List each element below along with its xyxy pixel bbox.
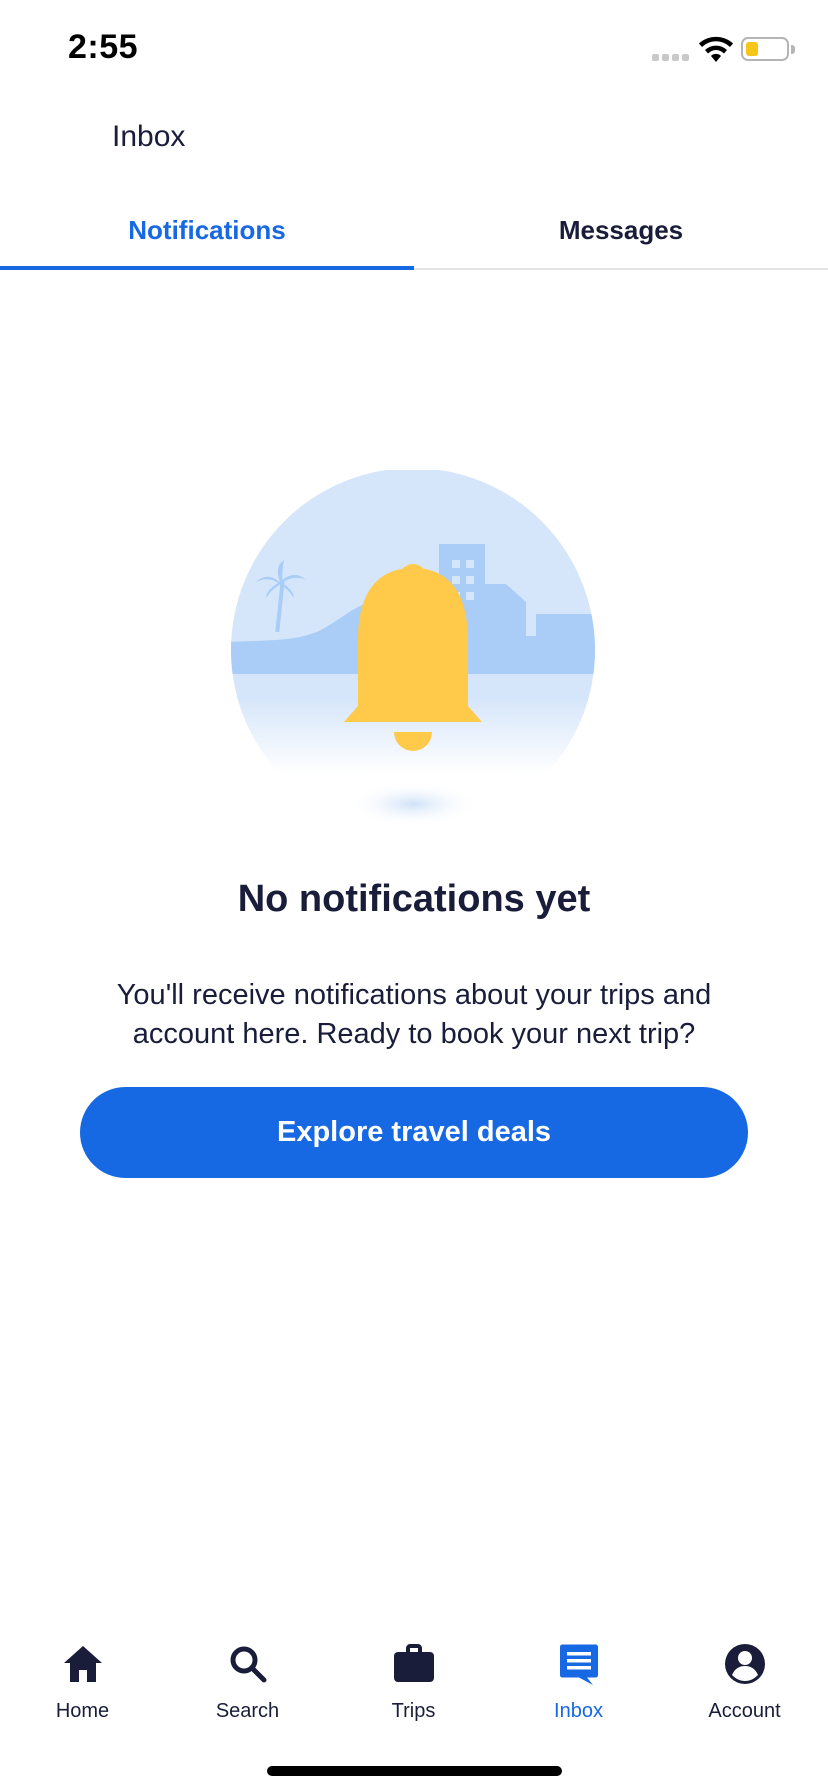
nav-label-search: Search [215,1700,280,1722]
bottom-navigation: Home Search Trips Inbox Account [0,1620,828,1730]
home-indicator[interactable] [267,1766,562,1776]
nav-label-trips: Trips [391,1700,436,1722]
nav-label-account: Account [708,1700,781,1722]
empty-state-title: No notifications yet [237,878,591,920]
cellular-signal-icon [652,54,689,61]
wifi-icon [699,36,733,62]
home-icon [63,1646,102,1682]
nav-item-inbox[interactable]: Inbox [496,1620,661,1730]
nav-item-trips[interactable]: Trips [331,1620,496,1730]
nav-item-search[interactable]: Search [165,1620,330,1730]
nav-item-home[interactable]: Home [0,1620,165,1730]
battery-tip [791,45,795,54]
tab-selected-indicator [0,266,414,270]
nav-label-home: Home [55,1700,110,1722]
empty-state-description: You'll receive notifications about your … [116,979,712,1050]
notifications-empty-illustration [231,470,595,832]
tab-bar: Notifications Messages [0,190,828,270]
nav-label-inbox: Inbox [554,1700,603,1722]
page-title: Inbox [112,120,186,153]
status-time: 2:55 [68,28,139,66]
account-icon [724,1644,765,1684]
briefcase-icon [393,1644,434,1682]
explore-travel-deals-button[interactable]: Explore travel deals [80,1087,748,1178]
status-bar: 2:55 [0,0,828,100]
battery-icon [741,37,789,61]
message-icon [559,1644,598,1685]
tab-notifications[interactable]: Notifications [0,190,414,270]
search-icon [230,1646,266,1683]
tab-messages[interactable]: Messages [414,190,828,270]
nav-item-account[interactable]: Account [662,1620,827,1730]
